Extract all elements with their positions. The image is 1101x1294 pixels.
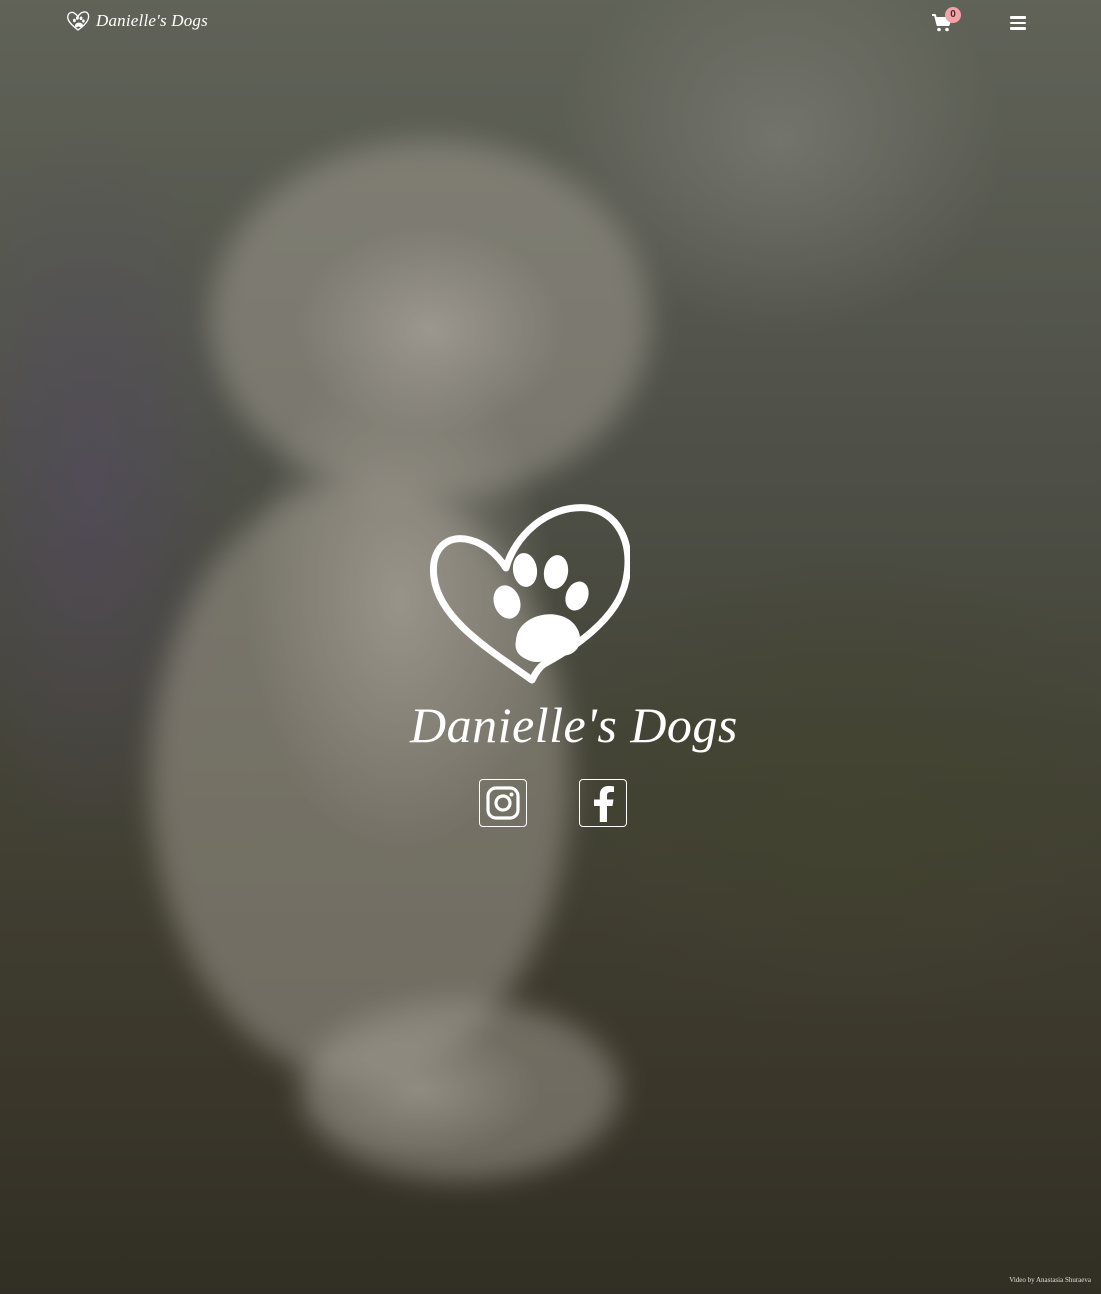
instagram-icon xyxy=(486,786,520,820)
cart-button[interactable]: 0 xyxy=(931,7,961,35)
cart-count-badge: 0 xyxy=(945,7,961,23)
heart-paw-icon xyxy=(67,11,90,31)
menu-button[interactable] xyxy=(1010,16,1027,30)
facebook-icon xyxy=(594,786,614,822)
heart-paw-icon xyxy=(429,504,630,684)
site-header: Danielle's Dogs 0 xyxy=(0,0,1101,48)
hamburger-menu-icon xyxy=(1010,16,1026,19)
instagram-link[interactable] xyxy=(479,779,527,827)
video-credit: Video by Anastasia Shuraeva xyxy=(1009,1276,1091,1284)
hero-title: Danielle's Dogs xyxy=(410,697,738,753)
facebook-link[interactable] xyxy=(579,779,627,827)
brand-logo-link[interactable]: Danielle's Dogs xyxy=(66,10,208,32)
page: Danielle's Dogs 0 Danielle's Dogs Video … xyxy=(0,0,1101,1294)
hero-logo: Danielle's Dogs xyxy=(410,500,738,780)
brand-name: Danielle's Dogs xyxy=(96,11,208,30)
